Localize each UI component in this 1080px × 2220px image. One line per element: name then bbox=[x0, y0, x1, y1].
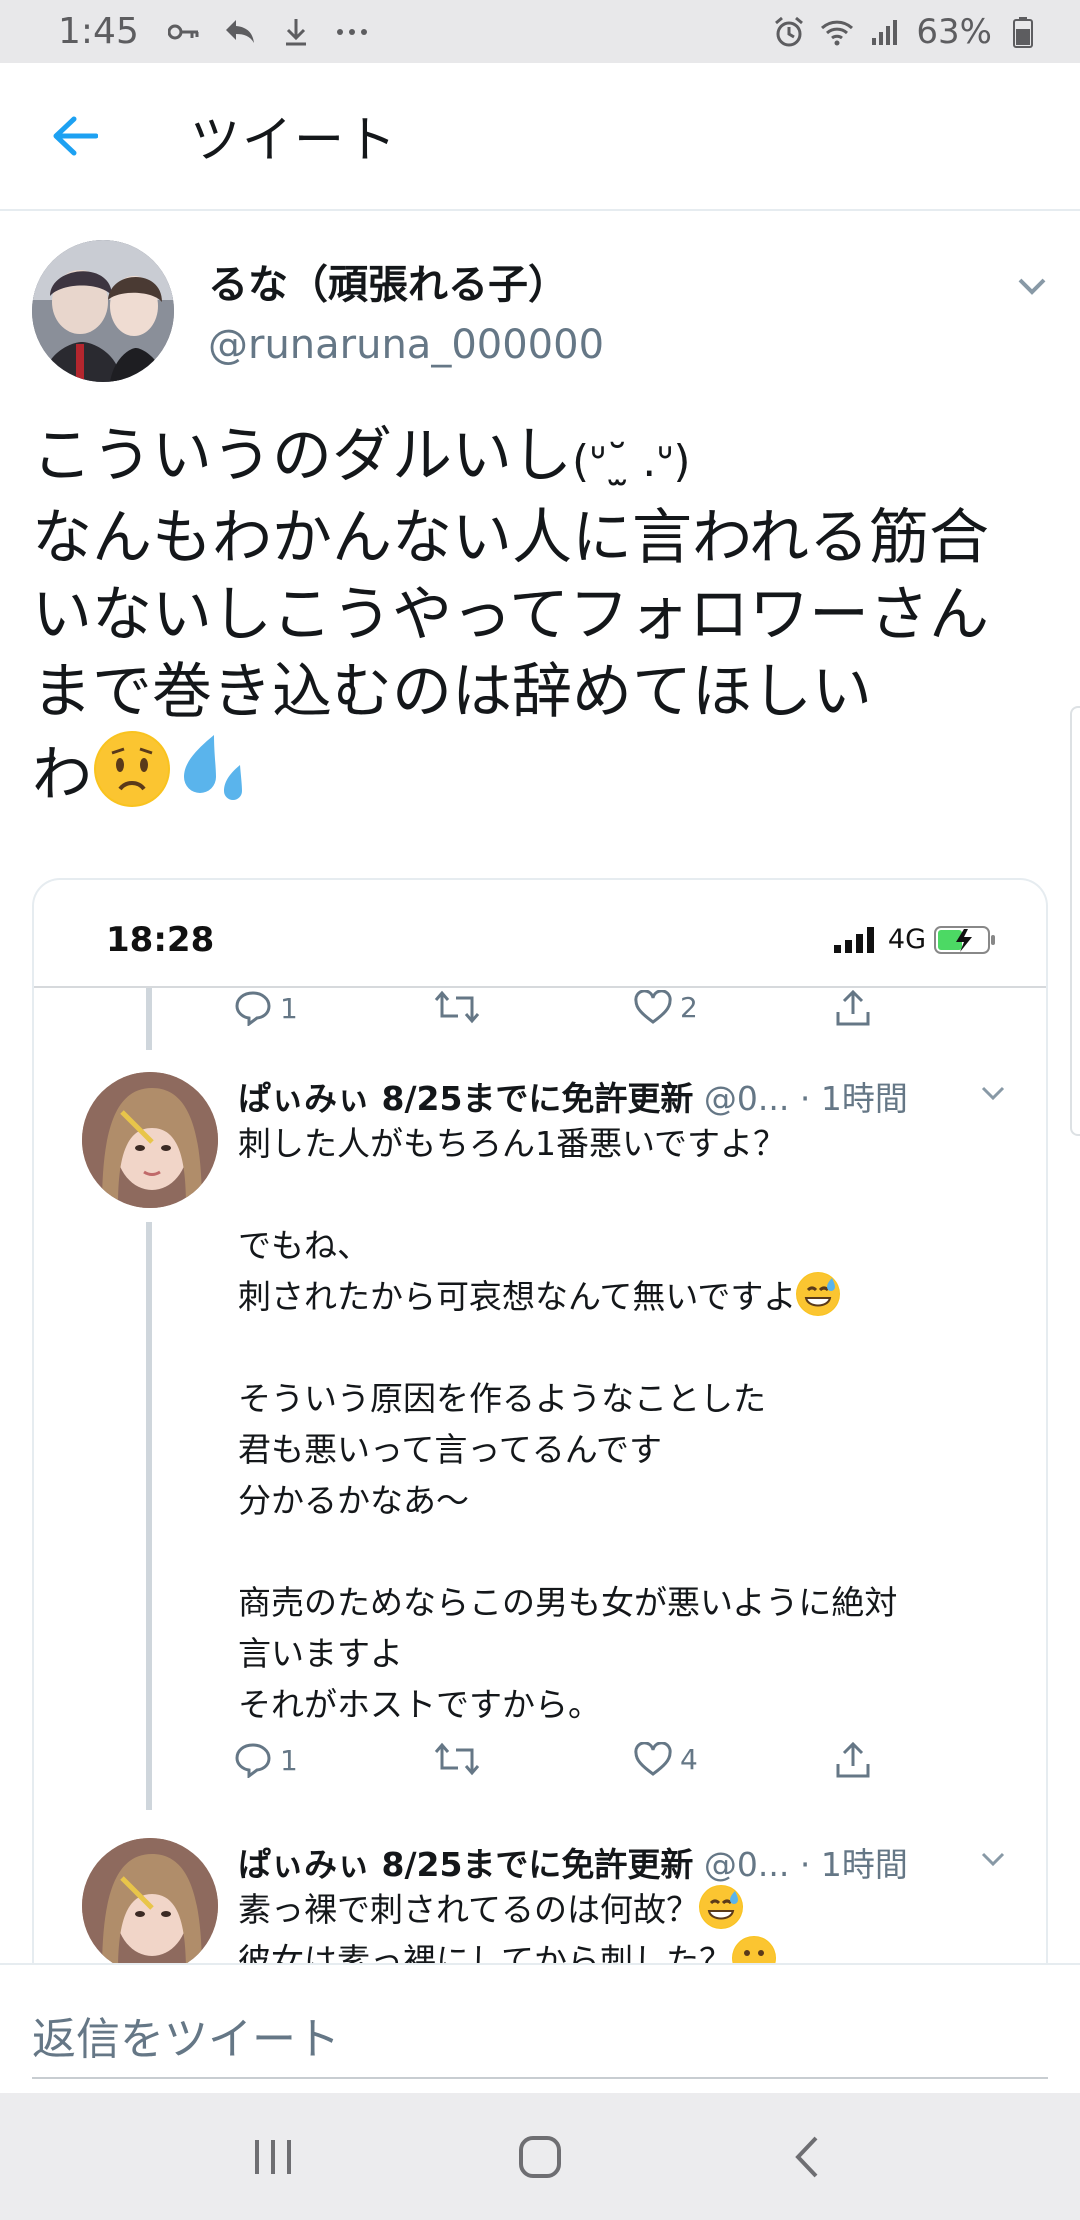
like-count: 2 bbox=[680, 990, 698, 1024]
like-icon bbox=[634, 1742, 672, 1776]
author-handle[interactable]: @runaruna_000000 bbox=[208, 322, 604, 368]
reply-meta: @0... · 1時間 bbox=[693, 1079, 908, 1118]
worried-face-emoji-icon bbox=[94, 731, 170, 807]
like-count: 4 bbox=[680, 1742, 698, 1776]
notification-icons bbox=[167, 15, 369, 49]
tweet-author: るな（頑張れる子） @runaruna_000000 bbox=[32, 240, 1052, 385]
back-nav-button[interactable] bbox=[767, 2117, 847, 2197]
share-icon bbox=[836, 1742, 870, 1778]
reply-button[interactable]: 1 bbox=[234, 1742, 298, 1778]
back-button[interactable] bbox=[0, 62, 150, 210]
reply-button[interactable]: 1 bbox=[234, 990, 298, 1026]
reply-actions: 1 4 bbox=[234, 1742, 934, 1792]
embedded-time: 18:28 bbox=[106, 920, 215, 960]
reply-author-name: ぱぃみぃ 8/25までに免許更新 bbox=[238, 1079, 694, 1118]
like-button[interactable]: 4 bbox=[634, 1742, 698, 1776]
input-underline bbox=[32, 2077, 1048, 2079]
reply-author[interactable]: ぱぃみぃ 8/25までに免許更新 @0... · 1時間 bbox=[238, 1072, 908, 1120]
author-avatar[interactable] bbox=[32, 240, 174, 382]
alarm-icon bbox=[772, 15, 806, 49]
kaomoji: (ᐡ˘̫ .ᐡ) bbox=[572, 436, 691, 487]
reply-input[interactable]: 返信をツイート bbox=[32, 2003, 340, 2067]
reply-menu-button[interactable] bbox=[978, 1844, 1008, 1874]
retweet-button[interactable] bbox=[434, 1742, 480, 1776]
reply-author[interactable]: ぱぃみぃ 8/25までに免許更新 @0... · 1時間 bbox=[238, 1838, 908, 1886]
thread-line bbox=[146, 1222, 152, 1810]
reply-meta: @0... · 1時間 bbox=[693, 1845, 908, 1884]
home-icon bbox=[518, 2135, 561, 2178]
reply-author-name: ぱぃみぃ 8/25までに免許更新 bbox=[238, 1845, 694, 1884]
network-type: 4G bbox=[887, 924, 926, 955]
tweet-text-line1: こういうのダルいし bbox=[32, 421, 572, 491]
battery-percent: 63% bbox=[916, 11, 992, 52]
retweet-icon bbox=[434, 990, 480, 1024]
reply-text-part2: そういう原因を作るようなことした 君も悪いって言ってるんです 分かるかなあ～ 商… bbox=[238, 1379, 898, 1724]
share-button[interactable] bbox=[834, 990, 872, 1028]
tweet-text: こういうのダルいし(ᐡ˘̫ .ᐡ) なんもわかんない人に言われる筋合 いないしこ… bbox=[32, 418, 1062, 814]
back-icon bbox=[794, 2136, 818, 2177]
reply-menu-button[interactable] bbox=[978, 1078, 1008, 1108]
system-icons: 63% bbox=[772, 12, 1040, 52]
chevron-down-icon bbox=[981, 1086, 1005, 1101]
page-title: ツイート bbox=[190, 111, 398, 169]
home-button[interactable] bbox=[500, 2117, 580, 2197]
thinking-face-emoji-icon bbox=[732, 1936, 777, 1963]
share-icon bbox=[836, 990, 870, 1026]
reply-text-line1: 素っ裸で刺されてるのは何故？ bbox=[238, 1890, 700, 1929]
reply-count: 1 bbox=[280, 991, 298, 1025]
reply-text-line2: 彼女は素っ裸にしてから刺した？ bbox=[238, 1941, 733, 1963]
battery-charging-icon bbox=[934, 925, 995, 954]
sweat-droplets-emoji-icon bbox=[170, 731, 250, 807]
reply-text: 刺した人がもちろん1番悪いですよ？ でもね、 刺されたから可哀想なんて無いですよ… bbox=[238, 1118, 998, 1730]
tweet-actions: 1 2 bbox=[234, 990, 934, 1040]
grinning-sweat-emoji-icon bbox=[699, 1885, 744, 1929]
key-icon bbox=[167, 15, 201, 49]
wifi-icon bbox=[820, 15, 854, 49]
system-nav-bar bbox=[0, 2093, 1080, 2220]
reply-icon bbox=[235, 991, 271, 1026]
reply-compose-bar[interactable]: 返信をツイート bbox=[0, 1963, 1080, 2093]
grinning-sweat-emoji-icon bbox=[796, 1272, 841, 1316]
reply-text: 素っ裸で刺されてるのは何故？ 彼女は素っ裸にしてから刺した？ bbox=[238, 1884, 998, 1963]
embedded-signal: 4G bbox=[833, 924, 996, 955]
reply-count: 1 bbox=[280, 1743, 298, 1777]
reply-arrow-icon bbox=[223, 15, 257, 49]
share-button[interactable] bbox=[834, 1742, 872, 1780]
like-icon bbox=[634, 990, 672, 1024]
status-bar: 1:45 63% bbox=[0, 0, 1080, 63]
like-button[interactable]: 2 bbox=[634, 990, 698, 1024]
reply-avatar[interactable] bbox=[82, 1072, 218, 1208]
back-arrow-icon bbox=[53, 116, 98, 156]
battery-icon bbox=[1006, 15, 1040, 49]
author-name[interactable]: るな（頑張れる子） bbox=[208, 252, 568, 310]
attached-image[interactable]: 18:28 4G 1 2 ぱぃみぃ 8/25までに免許更新 @0... · 1時… bbox=[32, 878, 1048, 1963]
reply-icon bbox=[235, 1743, 271, 1778]
more-dots-icon bbox=[335, 15, 369, 49]
recents-button[interactable] bbox=[233, 2117, 313, 2197]
thread-line bbox=[146, 988, 152, 1050]
embedded-status-bar: 18:28 4G bbox=[34, 880, 1046, 988]
download-icon bbox=[279, 15, 313, 49]
signal-icon bbox=[833, 926, 874, 953]
app-header: ツイート bbox=[0, 63, 1080, 211]
status-time: 1:45 bbox=[58, 11, 139, 52]
tweet-menu-button[interactable] bbox=[1012, 266, 1052, 306]
recents-icon bbox=[255, 2139, 292, 2174]
reply-text-part1: 刺した人がもちろん1番悪いですよ？ でもね、 刺されたから可哀想なんて無いですよ bbox=[238, 1124, 797, 1316]
reply-avatar[interactable] bbox=[82, 1838, 218, 1963]
retweet-icon bbox=[434, 1742, 480, 1776]
signal-icon bbox=[868, 15, 902, 49]
scroll-indicator bbox=[1070, 706, 1080, 1136]
retweet-button[interactable] bbox=[434, 990, 480, 1024]
chevron-down-icon bbox=[1018, 278, 1046, 295]
chevron-down-icon bbox=[981, 1852, 1005, 1867]
